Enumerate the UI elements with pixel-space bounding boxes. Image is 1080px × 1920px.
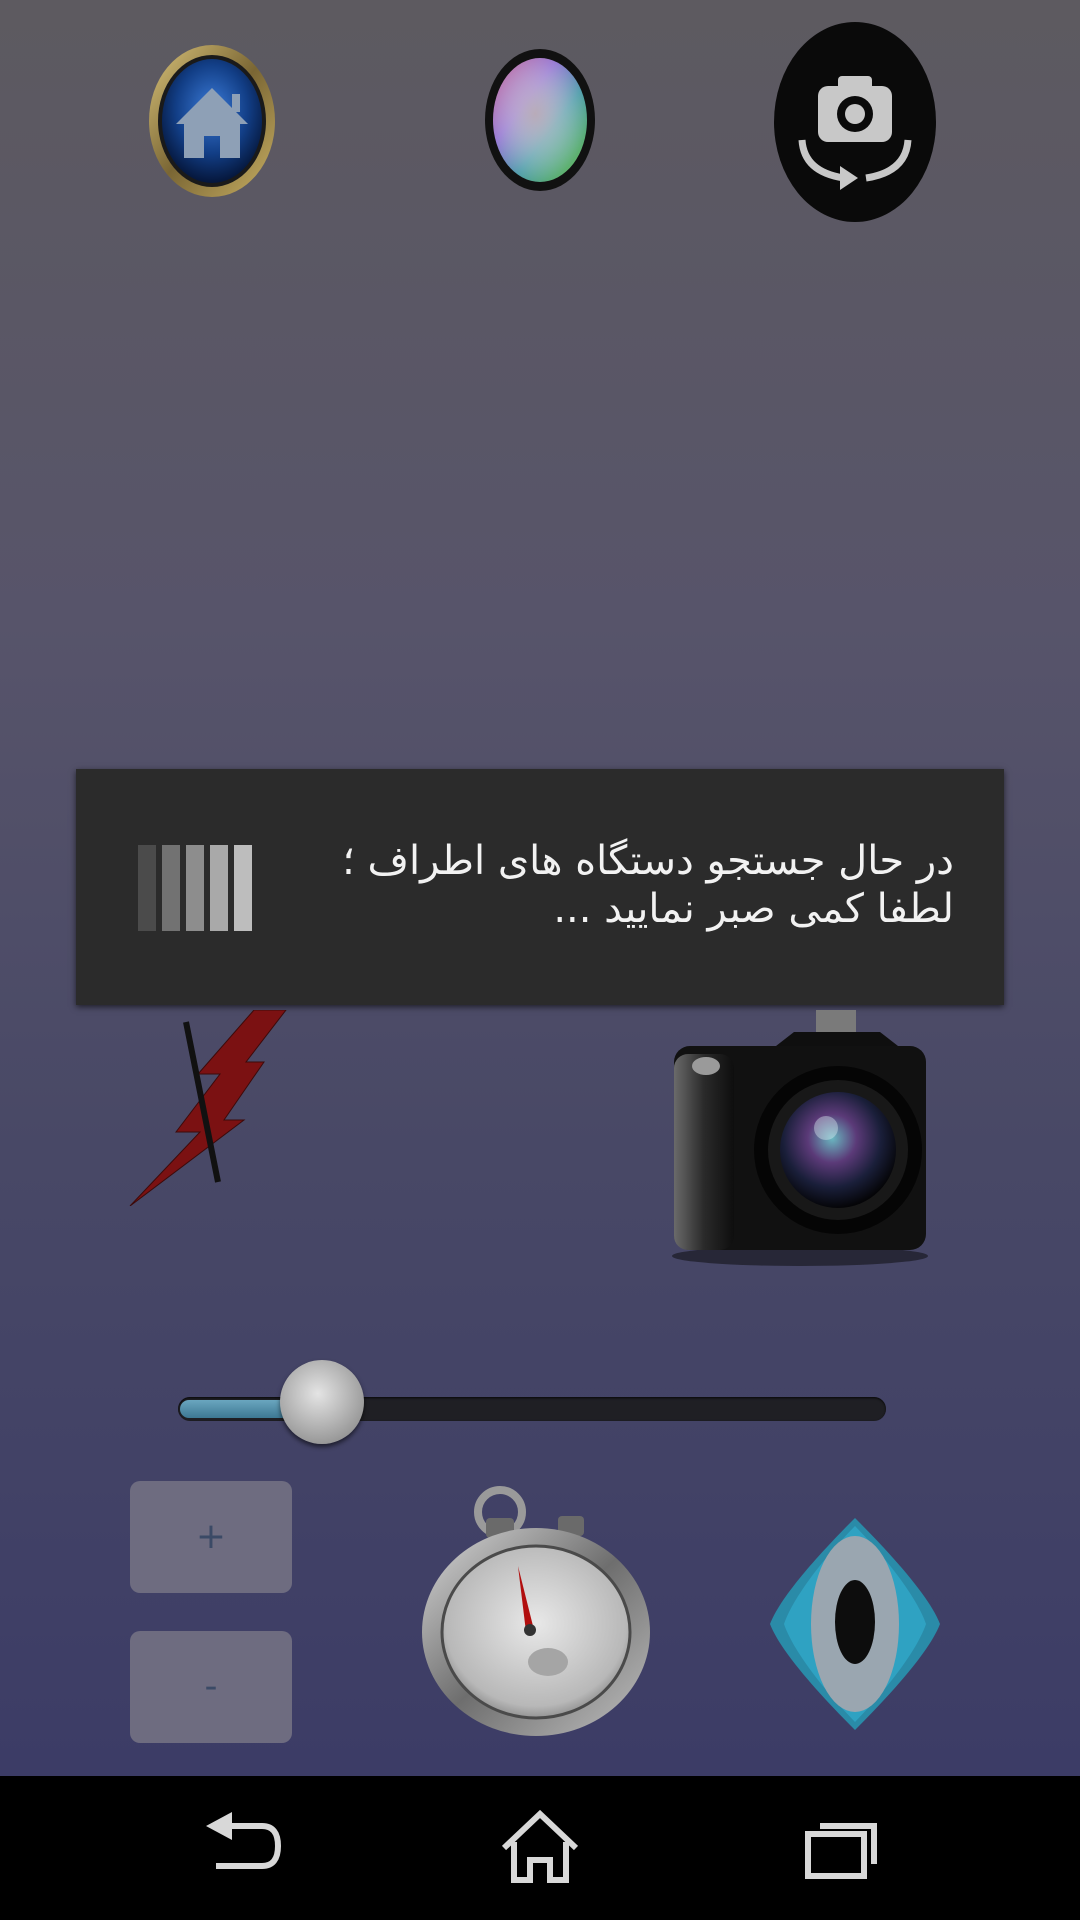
flash-off-icon <box>129 1009 288 1207</box>
home-outline-icon <box>501 1809 579 1883</box>
back-icon <box>206 1812 282 1869</box>
home-button[interactable] <box>148 44 276 198</box>
zoom-slider[interactable] <box>176 1356 888 1450</box>
stopwatch-icon <box>422 1486 650 1736</box>
preview-button[interactable] <box>770 1518 940 1730</box>
switch-camera-button[interactable] <box>774 22 936 222</box>
timer-button[interactable] <box>420 1484 656 1740</box>
dialog-message-line2: لطفا کمی صبر نمایید ... <box>553 886 954 932</box>
nav-recents-button[interactable] <box>780 1798 900 1898</box>
recent-apps-icon <box>805 1823 877 1879</box>
capture-button[interactable] <box>666 1004 934 1272</box>
home-icon <box>149 45 275 197</box>
color-wheel-icon <box>485 49 595 191</box>
loading-bars-icon <box>138 845 254 931</box>
dialog-message: در حال جستجو دستگاه های اطراف ؛ لطفا کمی… <box>254 837 954 933</box>
loading-dialog: در حال جستجو دستگاه های اطراف ؛ لطفا کمی… <box>76 769 1004 1005</box>
slider-thumb[interactable] <box>279 1360 364 1444</box>
nav-back-button[interactable] <box>180 1798 300 1898</box>
camera-switch-icon <box>774 22 936 222</box>
dialog-message-line1: در حال جستجو دستگاه های اطراف ؛ <box>342 838 954 884</box>
app-screen: در حال جستجو دستگاه های اطراف ؛ لطفا کمی… <box>0 0 1080 1776</box>
camera-icon <box>672 1010 928 1266</box>
zoom-in-button[interactable]: + <box>130 1481 292 1593</box>
flash-toggle-button[interactable] <box>128 1009 290 1207</box>
zoom-out-button[interactable]: - <box>130 1631 292 1743</box>
eye-icon <box>770 1518 940 1730</box>
color-filter-button[interactable] <box>484 48 596 193</box>
nav-home-button[interactable] <box>480 1798 600 1898</box>
navigation-bar <box>0 1776 1080 1920</box>
